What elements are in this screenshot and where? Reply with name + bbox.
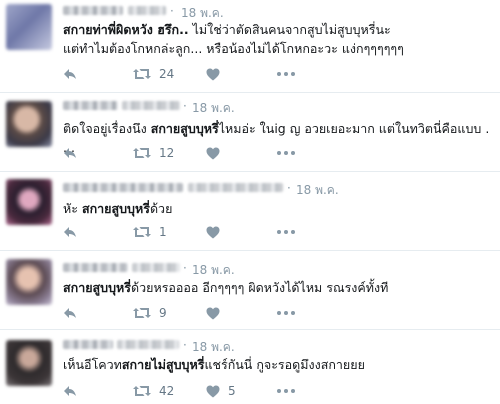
user-name-blurred[interactable] [63,101,118,110]
reply-button[interactable] [63,143,77,163]
user-name-blurred[interactable] [63,6,123,15]
like-button[interactable] [206,64,220,84]
retweet-icon [133,69,151,79]
more-icon [277,311,295,315]
reply-button[interactable] [63,381,77,401]
tweet-actions: 12 [63,143,323,163]
reply-icon [64,227,76,237]
dot-separator: · [287,181,291,195]
retweet-button[interactable]: 1 [133,222,167,242]
avatar[interactable] [6,340,52,386]
retweet-count: 1 [159,225,167,239]
like-button[interactable] [206,303,220,323]
reply-icon [64,386,76,396]
reply-icon [64,148,76,158]
tweet-text: สกายสูบบุหรี่ด้วยหรออออ อีกๆๆๆๆ ผิดหวังไ… [63,280,389,295]
user-handle-blurred [122,101,180,110]
user-handle-blurred [117,340,179,349]
more-button[interactable] [277,64,295,84]
user-name-blurred[interactable] [63,183,183,192]
retweet-icon [133,386,151,396]
dot-separator: · [170,4,174,18]
retweet-icon [133,308,151,318]
more-icon [277,72,295,76]
more-icon [277,151,295,155]
like-button[interactable]: 5 [206,381,236,401]
more-icon [277,389,295,393]
tweet-actions: 9 [63,303,323,323]
more-icon [277,230,295,234]
tweet[interactable]: · 18 พ.ค. เห็นอีโควทสกายไม่สูบบุหรี่แชร์… [0,330,500,404]
tweet-text: หัะ สกายสูบบุหรี่ด้วย [63,201,173,216]
tweet-date[interactable]: 18 พ.ค. [296,181,339,200]
reply-button[interactable] [63,303,77,323]
tweet-actions: 1 [63,222,323,242]
avatar[interactable] [6,101,52,147]
more-button[interactable] [277,143,295,163]
retweet-button[interactable]: 24 [133,64,174,84]
tweet[interactable]: · 18 พ.ค. ติดใจอยู่เรื่องนึง สกายสูบบุหร… [0,93,500,171]
avatar[interactable] [6,259,52,305]
tweet-actions: 42 5 [63,381,323,401]
more-button[interactable] [277,381,295,401]
user-name-blurred[interactable] [63,263,128,272]
retweet-count: 9 [159,306,167,320]
like-icon [206,147,220,159]
reply-icon [64,69,76,79]
reply-button[interactable] [63,64,77,84]
tweet[interactable]: · 18 พ.ค. สกายสูบบุหรี่ด้วยหรออออ อีกๆๆๆ… [0,251,500,329]
like-icon [206,68,220,80]
retweet-count: 12 [159,146,175,160]
like-icon [206,226,220,238]
user-handle-blurred [188,183,283,192]
tweet-text: สกายท่าพี่ผิดหวัง ฮรึก.. ไม่ใช่ว่าตัดสิน… [63,22,404,56]
user-name-blurred[interactable] [63,340,113,349]
dot-separator: · [183,261,187,275]
retweet-icon [133,227,151,237]
avatar[interactable] [6,179,52,225]
more-button[interactable] [277,222,295,242]
tweet[interactable]: · 18 พ.ค. หัะ สกายสูบบุหรี่ด้วย 1 [0,172,500,250]
dot-separator: · [183,338,187,352]
retweet-button[interactable]: 9 [133,303,167,323]
like-icon [206,307,220,319]
reply-button[interactable] [63,222,77,242]
like-icon [206,385,220,397]
retweet-button[interactable]: 12 [133,143,174,163]
like-button[interactable] [206,143,220,163]
more-button[interactable] [277,303,295,323]
retweet-count: 24 [159,67,175,81]
dot-separator: · [183,99,187,113]
retweet-button[interactable]: 42 [133,381,174,401]
tweet-date[interactable]: 18 พ.ค. [192,99,235,118]
like-button[interactable] [206,222,220,242]
reply-icon [64,308,76,318]
tweet-text: เห็นอีโควทสกายไม่สูบบุหรี่แชร์กันนี่ กูจ… [63,357,365,372]
tweet-actions: 24 [63,64,323,84]
tweet[interactable]: · 18 พ.ค. สกายท่าพี่ผิดหวัง ฮรึก.. ไม่ใช… [0,0,500,92]
user-handle-blurred [132,263,180,272]
avatar[interactable] [6,4,52,50]
user-handle-blurred [128,6,166,15]
retweet-icon [133,148,151,158]
retweet-count: 42 [159,384,175,398]
like-count: 5 [228,384,236,398]
